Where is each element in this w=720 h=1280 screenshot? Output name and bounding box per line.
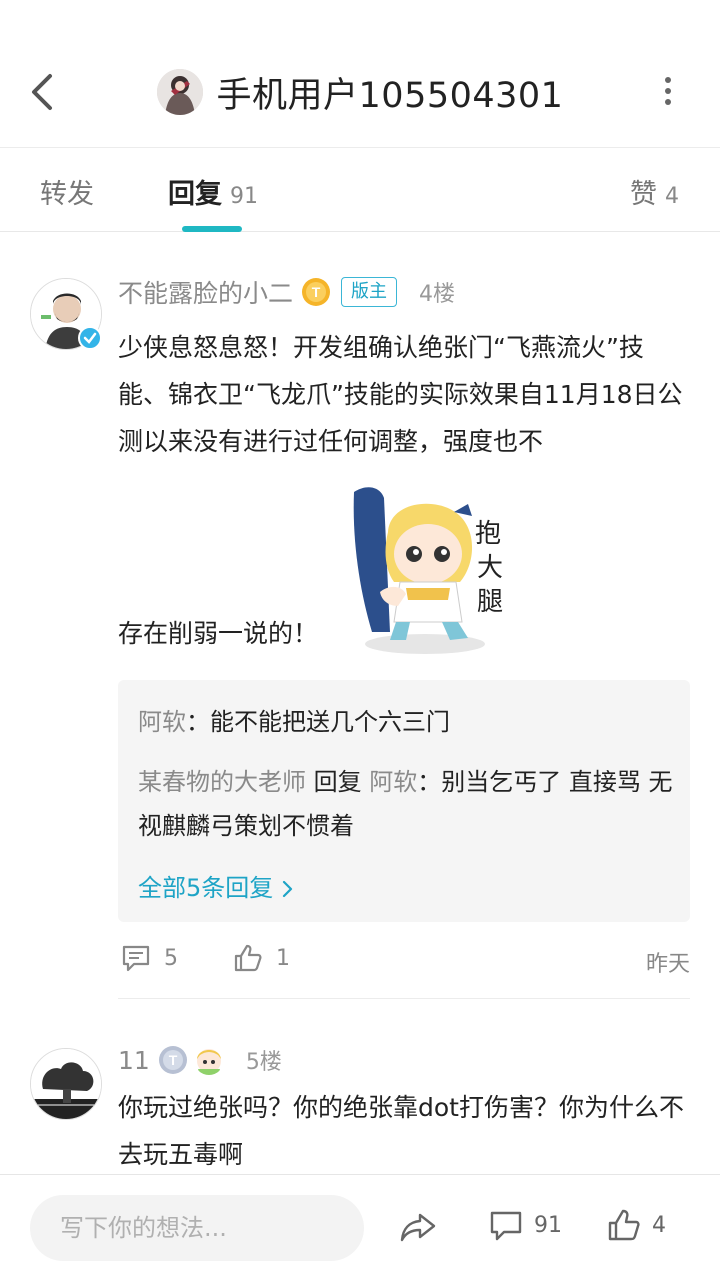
comment-bar-count: 91 bbox=[534, 1212, 562, 1238]
tab-replies-count: 91 bbox=[230, 184, 258, 209]
top-navigation-bar: 手机用户105504301 bbox=[0, 0, 720, 148]
tab-replies[interactable]: 回复 91 bbox=[168, 172, 258, 212]
reply-separator: ： bbox=[417, 768, 442, 796]
timestamp: 昨天 bbox=[645, 952, 690, 977]
thumbs-up-icon bbox=[608, 1209, 640, 1241]
comment-input[interactable]: 写下你的想法... bbox=[30, 1195, 364, 1261]
header-avatar[interactable] bbox=[156, 69, 203, 115]
comment-bar-button[interactable]: 91 bbox=[488, 1207, 562, 1243]
comment-meta: 不能露脸的小二 T 版主 4楼 bbox=[118, 274, 455, 310]
share-icon bbox=[400, 1213, 436, 1242]
tab-forward-label: 转发 bbox=[40, 179, 94, 210]
reply-text: 能不能把送几个六三门 bbox=[210, 708, 450, 736]
comment-text: 你玩过绝张吗？你的绝张靠dot打伤害？你为什么不去玩五毒啊 bbox=[118, 1093, 684, 1169]
moderator-badge: 版主 bbox=[341, 277, 398, 307]
view-all-replies-link[interactable]: 全部5条回复 bbox=[138, 868, 295, 903]
tab-likes-count: 4 bbox=[665, 184, 679, 209]
active-tab-indicator bbox=[182, 226, 242, 232]
username[interactable]: 11 bbox=[118, 1046, 150, 1075]
header-user[interactable]: 手机用户105504301 bbox=[0, 64, 720, 120]
reply-author[interactable]: 阿软 bbox=[138, 708, 186, 736]
view-all-replies-label: 全部5条回复 bbox=[138, 874, 274, 902]
more-dots-icon bbox=[665, 77, 671, 83]
like-count: 1 bbox=[276, 945, 290, 971]
comment-text: 少侠息怒息怒！开发组确认绝张门“飞燕流火”技能、锦衣卫“飞龙爪”技能的实际效果自… bbox=[118, 333, 683, 456]
comment-button[interactable]: 5 bbox=[120, 942, 178, 974]
avatar[interactable] bbox=[30, 1048, 102, 1120]
tab-likes[interactable]: 赞 4 bbox=[630, 172, 679, 212]
verified-badge-icon bbox=[78, 326, 102, 350]
comment-actions: 5 1 昨天 bbox=[118, 938, 690, 986]
reply-separator: ： bbox=[186, 708, 210, 736]
bottom-action-bar: 写下你的想法... 91 4 bbox=[0, 1174, 720, 1280]
tab-bar: 转发 回复 91 赞 4 bbox=[0, 148, 720, 232]
avatar-badge-icon bbox=[196, 1049, 221, 1075]
comment-text-continued: 存在削弱一说的！ bbox=[118, 619, 319, 648]
divider bbox=[118, 998, 690, 999]
svg-text:T: T bbox=[312, 284, 321, 300]
svg-text:T: T bbox=[169, 1052, 178, 1068]
reply-preview-box[interactable]: 阿软：能不能把送几个六三门 某春物的大老师 回复 阿软：别当乞丐了 直接骂 无视… bbox=[118, 680, 690, 922]
reply-word: 回复 bbox=[313, 768, 362, 796]
more-options-button[interactable] bbox=[660, 74, 676, 110]
reply-target[interactable]: 阿软 bbox=[369, 768, 417, 796]
like-button[interactable]: 1 bbox=[232, 942, 290, 974]
level-badge-icon: T bbox=[302, 278, 331, 306]
tab-replies-label: 回复 bbox=[168, 179, 222, 210]
like-bar-count: 4 bbox=[652, 1212, 666, 1238]
floor-number: 5楼 bbox=[245, 1050, 282, 1075]
floor-number: 4楼 bbox=[419, 282, 456, 307]
reply-item: 阿软：能不能把送几个六三门 bbox=[138, 700, 678, 744]
like-bar-button[interactable]: 4 bbox=[606, 1207, 666, 1243]
comment-icon bbox=[490, 1211, 522, 1241]
tab-likes-label: 赞 bbox=[630, 179, 657, 210]
username[interactable]: 不能露脸的小二 bbox=[118, 274, 293, 310]
thumbs-up-icon bbox=[234, 944, 262, 972]
chevron-right-icon bbox=[282, 880, 293, 898]
reply-item: 某春物的大老师 回复 阿软：别当乞丐了 直接骂 无视麒麟弓策划不惯着 bbox=[138, 760, 678, 848]
tab-forward[interactable]: 转发 bbox=[40, 172, 94, 212]
comment-count: 5 bbox=[164, 945, 178, 971]
reply-author[interactable]: 某春物的大老师 bbox=[138, 768, 306, 796]
comment-icon bbox=[122, 945, 150, 972]
header-title: 手机用户105504301 bbox=[216, 75, 564, 116]
sticker-text-1: 抱 bbox=[475, 519, 501, 549]
share-button[interactable] bbox=[398, 1207, 438, 1247]
sticker-text-2: 大 bbox=[477, 553, 503, 583]
level-badge-icon: T bbox=[158, 1046, 187, 1074]
comment-meta: 11 T 5楼 bbox=[118, 1042, 282, 1078]
